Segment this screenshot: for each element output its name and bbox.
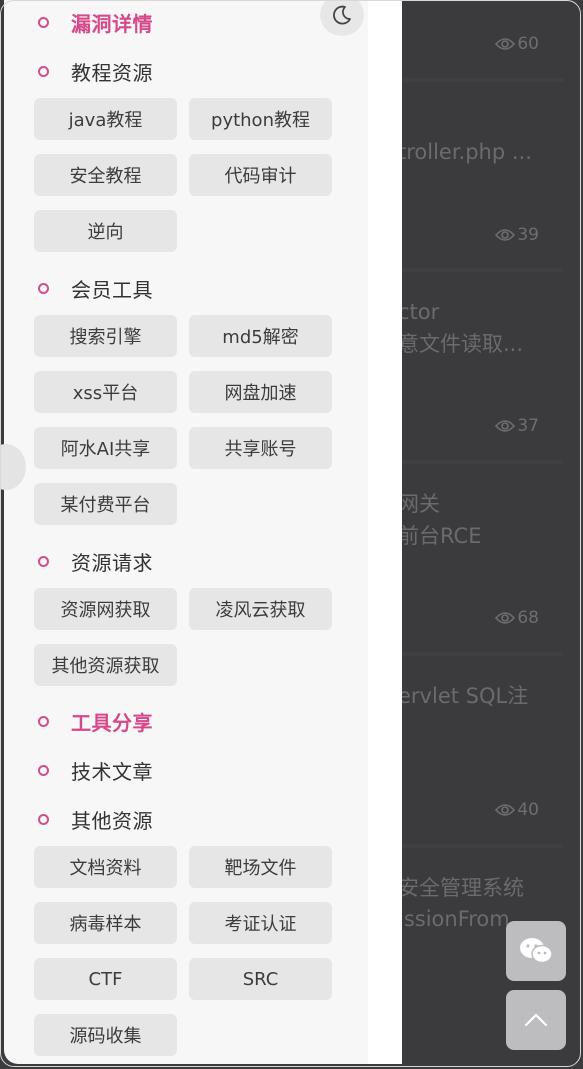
submenu-chip[interactable]: 网盘加速 xyxy=(189,371,332,413)
article-title[interactable]: 安全管理系统 xyxy=(398,872,558,904)
bullet-icon xyxy=(38,556,49,567)
menu-item-label: 技术文章 xyxy=(71,760,153,784)
submenu-chip[interactable]: CTF xyxy=(34,958,177,1000)
eye-icon xyxy=(495,38,516,50)
article-title[interactable]: 网关 xyxy=(398,488,558,520)
submenu-chip[interactable]: 病毒样本 xyxy=(34,902,177,944)
submenu-chip[interactable]: 搜索引擎 xyxy=(34,315,177,357)
submenu-chip[interactable]: 共享账号 xyxy=(189,427,332,469)
bullet-icon xyxy=(38,814,49,825)
menu-item-other-resources[interactable]: 其他资源 xyxy=(38,805,153,834)
theme-toggle-button[interactable] xyxy=(320,0,364,36)
submenu-chip[interactable]: 其他资源获取 xyxy=(34,644,177,686)
menu-item-label: 漏洞详情 xyxy=(71,12,153,36)
bullet-icon xyxy=(38,765,49,776)
menu-item-member-tools[interactable]: 会员工具 xyxy=(38,274,153,303)
submenu-chip[interactable]: 某付费平台 xyxy=(34,483,177,525)
menu-item-label: 教程资源 xyxy=(71,61,153,85)
article-title[interactable]: troller.php ... xyxy=(398,136,558,168)
article-title[interactable]: ervlet SQL注 xyxy=(398,680,558,712)
eye-icon xyxy=(495,612,516,624)
menu-item-resource-request[interactable]: 资源请求 xyxy=(38,547,153,576)
article-title[interactable]: 意文件读取... xyxy=(398,328,558,360)
view-count: 39 xyxy=(495,225,539,245)
menu-item-label: 其他资源 xyxy=(71,809,153,833)
drawer-handle[interactable] xyxy=(0,444,26,490)
submenu-chip[interactable]: SRC xyxy=(189,958,332,1000)
wechat-icon xyxy=(520,938,553,964)
submenu-chip[interactable]: 源码收集 xyxy=(34,1014,177,1056)
bullet-icon xyxy=(38,283,49,294)
card-divider xyxy=(398,844,563,848)
chevron-up-icon xyxy=(524,1013,548,1027)
eye-icon xyxy=(495,804,516,816)
submenu-chip[interactable]: 资源网获取 xyxy=(34,588,177,630)
submenu-chip[interactable]: 凌风云获取 xyxy=(189,588,332,630)
submenu-chip[interactable]: 靶场文件 xyxy=(189,846,332,888)
article-title[interactable]: ctor xyxy=(398,296,558,328)
menu-item-label: 会员工具 xyxy=(71,278,153,302)
bullet-icon xyxy=(38,716,49,727)
view-count: 60 xyxy=(495,34,539,54)
submenu-chip[interactable]: 逆向 xyxy=(34,210,177,252)
view-count: 40 xyxy=(495,800,539,820)
side-drawer: 漏洞详情 教程资源 java教程 python教程 安全教程 代码审计 逆向 会… xyxy=(0,0,402,1064)
menu-item-label: 资源请求 xyxy=(71,551,153,575)
back-to-top-button[interactable] xyxy=(506,990,566,1050)
menu-item-tech-articles[interactable]: 技术文章 xyxy=(38,756,153,785)
submenu-chip[interactable]: python教程 xyxy=(189,98,332,140)
submenu-chip[interactable]: xss平台 xyxy=(34,371,177,413)
article-title[interactable]: 前台RCE xyxy=(398,520,558,552)
eye-icon xyxy=(495,420,516,432)
menu-item-vuln-details[interactable]: 漏洞详情 xyxy=(38,8,153,37)
bullet-icon xyxy=(38,66,49,77)
card-divider xyxy=(398,652,563,656)
card-divider xyxy=(398,78,563,82)
submenu-chip[interactable]: 文档资料 xyxy=(34,846,177,888)
view-count: 37 xyxy=(495,416,539,436)
moon-icon xyxy=(333,5,351,25)
menu-item-tutorials[interactable]: 教程资源 xyxy=(38,57,153,86)
wechat-button[interactable] xyxy=(506,921,566,981)
bullet-icon xyxy=(38,17,49,28)
drawer-scroll-strip xyxy=(368,0,402,1064)
card-divider xyxy=(398,268,563,272)
card-divider xyxy=(398,460,563,464)
eye-icon xyxy=(495,229,516,241)
view-count: 68 xyxy=(495,608,539,628)
submenu-chip[interactable]: 考证认证 xyxy=(189,902,332,944)
submenu-chip[interactable]: md5解密 xyxy=(189,315,332,357)
submenu-chip[interactable]: 阿水AI共享 xyxy=(34,427,177,469)
submenu-chip[interactable]: 代码审计 xyxy=(189,154,332,196)
submenu-chip[interactable]: 安全教程 xyxy=(34,154,177,196)
menu-item-label: 工具分享 xyxy=(71,711,153,735)
menu-item-tool-sharing[interactable]: 工具分享 xyxy=(38,707,153,736)
submenu-chip[interactable]: java教程 xyxy=(34,98,177,140)
